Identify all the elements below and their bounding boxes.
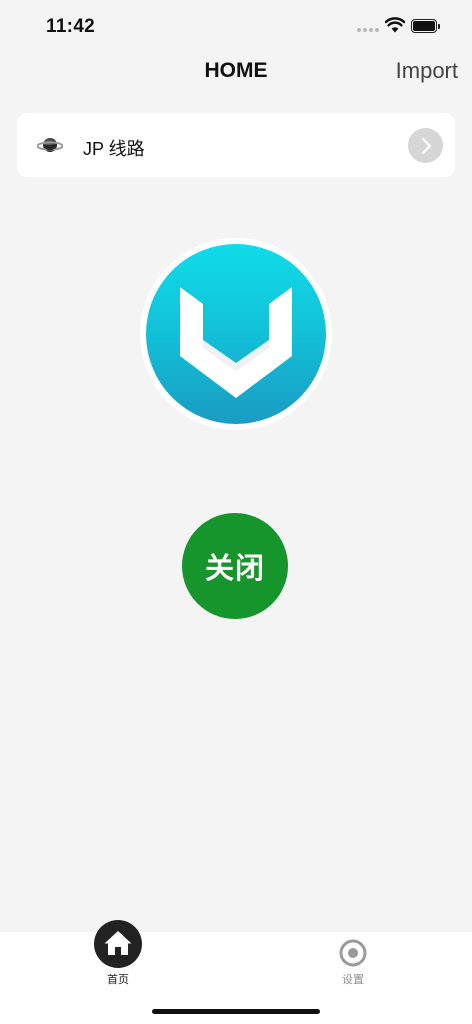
planet-icon <box>37 138 63 152</box>
connection-toggle-button[interactable]: 关闭 <box>182 513 288 619</box>
target-icon <box>339 939 367 967</box>
navigation-bar: HOME Import <box>0 50 472 94</box>
route-label: JP 线路 <box>83 139 145 159</box>
home-screen: 11:42 HOME Import JP 线路 关闭 首页 设置 <box>0 0 472 1024</box>
home-icon <box>104 931 132 955</box>
route-selector-card[interactable]: JP 线路 <box>17 113 455 177</box>
route-chevron-button[interactable] <box>408 128 443 163</box>
status-bar: 11:42 <box>0 0 472 50</box>
v-shield-logo <box>180 287 292 398</box>
tab-home-label: 首页 <box>107 973 129 986</box>
home-icon-badge <box>94 920 142 968</box>
battery-icon <box>411 19 441 33</box>
import-button[interactable]: Import <box>396 58 458 84</box>
status-time: 11:42 <box>46 16 96 37</box>
wifi-icon <box>385 17 405 33</box>
home-indicator <box>152 1009 320 1014</box>
logo-disc <box>146 244 326 424</box>
tab-settings-label: 设置 <box>342 973 364 986</box>
signal-dots-icon <box>357 28 379 34</box>
tab-settings[interactable]: 设置 <box>293 932 413 992</box>
chevron-right-icon <box>421 137 432 155</box>
app-logo <box>140 238 332 430</box>
tab-home[interactable]: 首页 <box>58 920 178 992</box>
